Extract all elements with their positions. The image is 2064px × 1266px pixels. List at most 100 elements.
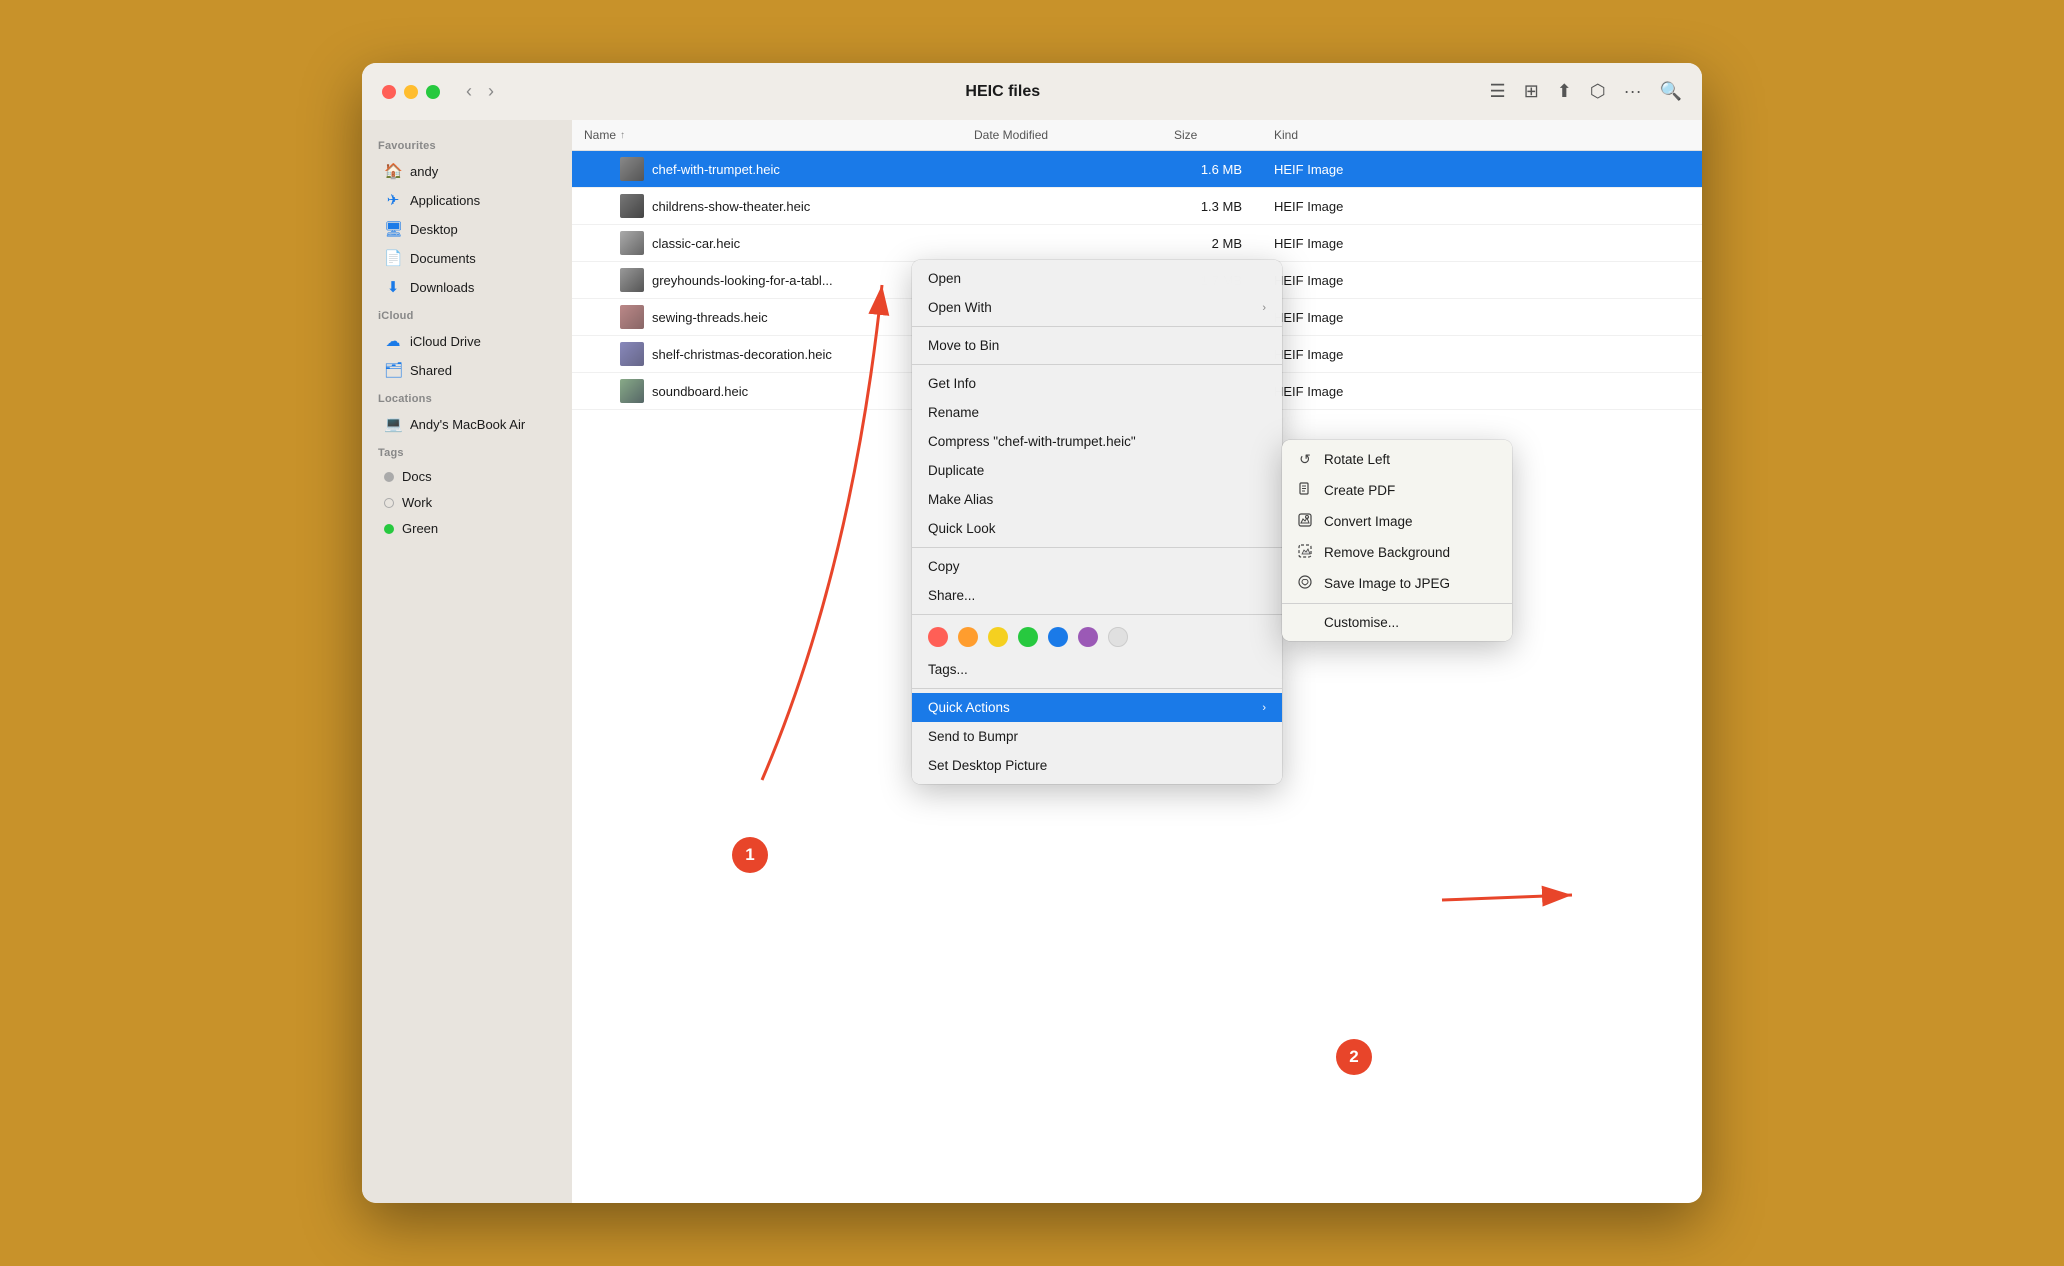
tag-gray[interactable] (1108, 627, 1128, 647)
downloads-icon: ⬇ (384, 278, 402, 296)
col-header-date[interactable]: Date Modified (962, 128, 1162, 142)
file-name-cell: shelf-christmas-decoration.heic (572, 342, 962, 366)
sidebar-item-andy-label: andy (410, 164, 438, 179)
col-header-kind[interactable]: Kind (1262, 128, 1702, 142)
rotate-left-icon: ↺ (1296, 451, 1314, 468)
menu-divider (912, 326, 1282, 327)
back-button[interactable]: ‹ (460, 79, 478, 104)
sidebar-item-andy[interactable]: 🏠 andy (368, 157, 566, 185)
file-area: Name ↑ Date Modified Size Kind chef-with… (572, 120, 1702, 1203)
file-kind: HEIF Image (1262, 236, 1702, 251)
locations-label: Locations (362, 385, 572, 409)
menu-item-send-to-bumpr[interactable]: Send to Bumpr (912, 722, 1282, 751)
menu-item-open-with[interactable]: Open With › (912, 293, 1282, 322)
menu-item-tags[interactable]: Tags... (912, 655, 1282, 684)
menu-item-set-desktop[interactable]: Set Desktop Picture (912, 751, 1282, 780)
file-row[interactable]: classic-car.heic 2 MB HEIF Image (572, 225, 1702, 262)
menu-item-quick-actions[interactable]: Quick Actions › (912, 693, 1282, 722)
tag-icon[interactable]: ⬡ (1590, 81, 1606, 102)
file-row[interactable]: childrens-show-theater.heic 1.3 MB HEIF … (572, 188, 1702, 225)
sidebar-item-documents[interactable]: 📄 Documents (368, 244, 566, 272)
create-pdf-icon (1296, 482, 1314, 499)
grid-view-icon[interactable]: ⊞ (1524, 81, 1539, 102)
file-name: chef-with-trumpet.heic (652, 162, 962, 177)
sidebar-item-downloads[interactable]: ⬇ Downloads (368, 273, 566, 301)
submenu-item-rotate-left[interactable]: ↺ Rotate Left (1282, 444, 1512, 475)
work-tag-dot (384, 498, 394, 508)
col-header-size[interactable]: Size (1162, 128, 1262, 142)
search-icon[interactable]: 🔍 (1660, 81, 1682, 102)
applications-icon: ✈ (384, 191, 402, 209)
sidebar-item-desktop-label: Desktop (410, 222, 458, 237)
maximize-button[interactable] (426, 85, 440, 99)
quick-actions-submenu: ↺ Rotate Left Create PDF (1282, 440, 1512, 641)
remove-background-icon (1296, 544, 1314, 561)
icloud-label: iCloud (362, 302, 572, 326)
file-kind: HEIF Image (1262, 310, 1702, 325)
sidebar-item-work[interactable]: Work (368, 490, 566, 515)
file-thumbnail (620, 342, 644, 366)
share-icon[interactable]: ⬆ (1557, 81, 1572, 102)
submenu-item-convert-image[interactable]: Convert Image (1282, 506, 1512, 537)
tag-purple[interactable] (1078, 627, 1098, 647)
tag-orange[interactable] (958, 627, 978, 647)
sidebar-item-applications[interactable]: ✈ Applications (368, 186, 566, 214)
more-icon[interactable]: ··· (1624, 81, 1642, 102)
menu-divider (912, 614, 1282, 615)
sidebar-item-desktop[interactable]: 🖥 Desktop (368, 215, 566, 243)
submenu-item-customise[interactable]: Customise... (1282, 608, 1512, 637)
tag-green[interactable] (1018, 627, 1038, 647)
menu-item-copy[interactable]: Copy (912, 552, 1282, 581)
submenu-item-remove-background[interactable]: Remove Background (1282, 537, 1512, 568)
tag-red[interactable] (928, 627, 948, 647)
menu-divider (912, 547, 1282, 548)
menu-item-quick-look[interactable]: Quick Look (912, 514, 1282, 543)
sort-arrow: ↑ (620, 130, 625, 141)
file-name-cell: chef-with-trumpet.heic (572, 157, 962, 181)
home-icon: 🏠 (384, 162, 402, 180)
file-row[interactable]: chef-with-trumpet.heic 1.6 MB HEIF Image (572, 151, 1702, 188)
file-name-cell: soundboard.heic (572, 379, 962, 403)
file-kind: HEIF Image (1262, 347, 1702, 362)
menu-item-compress[interactable]: Compress "chef-with-trumpet.heic" (912, 427, 1282, 456)
green-tag-dot (384, 524, 394, 534)
badge-1-circle: 1 (732, 837, 768, 873)
menu-item-duplicate[interactable]: Duplicate (912, 456, 1282, 485)
sidebar-item-downloads-label: Downloads (410, 280, 474, 295)
menu-item-open[interactable]: Open (912, 264, 1282, 293)
tag-blue[interactable] (1048, 627, 1068, 647)
menu-item-rename[interactable]: Rename (912, 398, 1282, 427)
menu-item-move-to-bin[interactable]: Move to Bin (912, 331, 1282, 360)
close-button[interactable] (382, 85, 396, 99)
submenu-item-save-jpeg[interactable]: Save Image to JPEG (1282, 568, 1512, 599)
nav-arrows: ‹ › (460, 79, 500, 104)
sidebar-item-docs[interactable]: Docs (368, 464, 566, 489)
sidebar-item-green-label: Green (402, 521, 438, 536)
sidebar-item-green[interactable]: Green (368, 516, 566, 541)
tag-yellow[interactable] (988, 627, 1008, 647)
minimize-button[interactable] (404, 85, 418, 99)
file-thumbnail (620, 268, 644, 292)
menu-item-share[interactable]: Share... (912, 581, 1282, 610)
submenu-item-create-pdf[interactable]: Create PDF (1282, 475, 1512, 506)
menu-divider (912, 364, 1282, 365)
menu-item-get-info[interactable]: Get Info (912, 369, 1282, 398)
sidebar-item-macbook[interactable]: 💻 Andy's MacBook Air (368, 410, 566, 438)
file-kind: HEIF Image (1262, 199, 1702, 214)
col-header-name[interactable]: Name ↑ (572, 128, 962, 142)
forward-button[interactable]: › (482, 79, 500, 104)
traffic-lights (382, 85, 440, 99)
file-size: 2 MB (1162, 236, 1262, 251)
list-view-icon[interactable]: ☰ (1490, 81, 1506, 102)
sidebar-item-work-label: Work (402, 495, 432, 510)
icloud-icon: ☁ (384, 332, 402, 350)
save-jpeg-icon (1296, 575, 1314, 592)
menu-item-make-alias[interactable]: Make Alias (912, 485, 1282, 514)
column-headers: Name ↑ Date Modified Size Kind (572, 120, 1702, 151)
file-thumbnail (620, 305, 644, 329)
sidebar-item-icloud-drive[interactable]: ☁ iCloud Drive (368, 327, 566, 355)
window-title: HEIC files (516, 83, 1490, 101)
sidebar-item-shared[interactable]: 🗂 Shared (368, 356, 566, 384)
docs-tag-dot (384, 472, 394, 482)
menu-divider (912, 688, 1282, 689)
